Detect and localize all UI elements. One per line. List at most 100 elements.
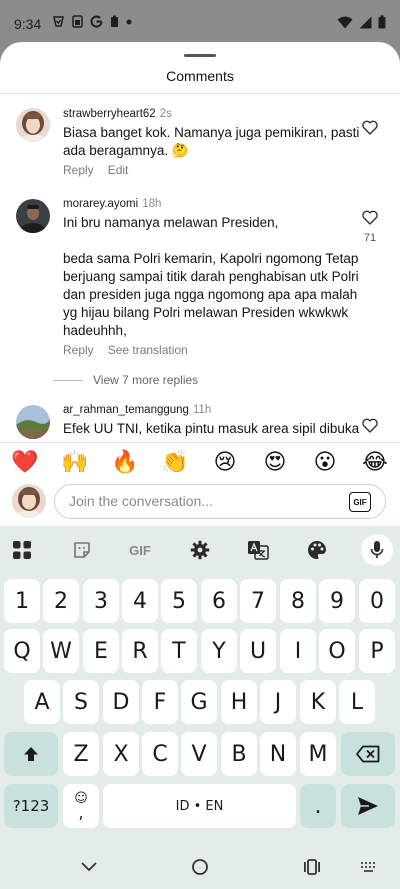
key-p[interactable]: P: [359, 629, 395, 673]
key-0[interactable]: 0: [359, 579, 395, 623]
key-h[interactable]: H: [221, 680, 257, 724]
see-translation-button[interactable]: See translation: [108, 343, 188, 357]
key-x[interactable]: X: [103, 732, 139, 776]
key-q[interactable]: Q: [4, 629, 40, 673]
key-2[interactable]: 2: [43, 579, 79, 623]
vpn-icon: [53, 16, 64, 27]
drag-handle[interactable]: [184, 54, 216, 57]
key-v[interactable]: V: [181, 732, 217, 776]
key-c[interactable]: C: [142, 732, 178, 776]
key-6[interactable]: 6: [201, 579, 237, 623]
replies-line: [53, 379, 83, 381]
symbols-key[interactable]: ?123: [4, 784, 58, 828]
key-3[interactable]: 3: [83, 579, 119, 623]
key-d[interactable]: D: [103, 680, 139, 724]
heart-icon: [362, 210, 378, 225]
avatar[interactable]: [16, 199, 50, 233]
avatar[interactable]: [16, 108, 50, 142]
emoji-heart[interactable]: ❤️: [7, 449, 43, 475]
comment-text: Efek UU TNI, ketika pintu masuk area sip…: [63, 421, 360, 436]
shift-key[interactable]: [4, 732, 58, 776]
sticker-icon[interactable]: [66, 534, 98, 566]
edit-button[interactable]: Edit: [108, 163, 129, 177]
quick-emoji-bar: ❤️ 🙌 🔥 👏 😢 😍 😮 😂: [0, 449, 400, 475]
apps-grid-icon[interactable]: [6, 534, 38, 566]
key-l[interactable]: L: [339, 680, 375, 724]
gif-button[interactable]: GIF: [349, 492, 371, 512]
view-more-replies-button[interactable]: View 7 more replies: [53, 373, 198, 387]
key-m[interactable]: M: [300, 732, 336, 776]
backspace-icon: [356, 745, 380, 763]
key-o[interactable]: O: [319, 629, 355, 673]
comment-input[interactable]: [69, 493, 339, 509]
like-button[interactable]: [360, 120, 380, 140]
period-key[interactable]: .: [300, 784, 336, 828]
like-button[interactable]: 71: [360, 210, 380, 244]
key-t[interactable]: T: [161, 629, 197, 673]
key-w[interactable]: W: [43, 629, 79, 673]
emoji-fire[interactable]: 🔥: [107, 449, 143, 475]
emoji-raising-hands[interactable]: 🙌: [57, 449, 93, 475]
emoji-comma-key[interactable]: ☺ ,: [63, 784, 99, 828]
my-avatar: [12, 484, 46, 518]
key-n[interactable]: N: [260, 732, 296, 776]
microphone-icon[interactable]: [361, 534, 393, 566]
avatar[interactable]: [16, 405, 50, 439]
key-7[interactable]: 7: [240, 579, 276, 623]
comment-username[interactable]: ar_rahman_temanggung: [63, 404, 189, 416]
key-4[interactable]: 4: [122, 579, 158, 623]
key-z[interactable]: Z: [63, 732, 99, 776]
divider: [0, 93, 400, 94]
reply-button[interactable]: Reply: [63, 163, 94, 177]
reply-button[interactable]: Reply: [63, 343, 94, 357]
key-b[interactable]: B: [221, 732, 257, 776]
send-key[interactable]: [341, 784, 395, 828]
settings-gear-icon[interactable]: [184, 534, 216, 566]
key-r[interactable]: R: [122, 629, 158, 673]
key-5[interactable]: 5: [161, 579, 197, 623]
backspace-key[interactable]: [341, 732, 395, 776]
wifi-icon: [337, 16, 353, 28]
dot-icon: [126, 19, 132, 24]
home-circle-icon[interactable]: [187, 855, 213, 879]
emoji-laughing[interactable]: 😂: [357, 449, 393, 475]
comment-username[interactable]: strawberryheart62: [63, 108, 156, 120]
emoji-crying[interactable]: 😢: [207, 449, 243, 475]
key-y[interactable]: Y: [201, 629, 237, 673]
key-j[interactable]: J: [260, 680, 296, 724]
gif-icon[interactable]: GIF: [124, 534, 156, 566]
emoji-heart-eyes[interactable]: 😍: [257, 449, 293, 475]
back-chevron-icon[interactable]: [76, 855, 102, 879]
comment-time: 18h: [142, 198, 162, 210]
key-s[interactable]: S: [63, 680, 99, 724]
status-bar: 9:34: [0, 0, 400, 44]
comment-username[interactable]: morarey.ayomi: [63, 198, 138, 210]
translate-icon[interactable]: [242, 534, 274, 566]
key-u[interactable]: U: [240, 629, 276, 673]
key-f[interactable]: F: [142, 680, 178, 724]
emoji-surprised[interactable]: 😮: [307, 449, 343, 475]
key-8[interactable]: 8: [280, 579, 316, 623]
keyboard: GIF 1 2 3 4 5 6 7 8 9 0 Q W E R T Y U I …: [0, 526, 400, 889]
key-i[interactable]: I: [280, 629, 316, 673]
key-a[interactable]: A: [24, 680, 60, 724]
shift-icon: [24, 747, 38, 761]
send-arrow-icon: [358, 797, 378, 815]
comments-sheet: Comments strawberryheart62 2s Biasa bange…: [0, 42, 400, 442]
key-k[interactable]: K: [300, 680, 336, 724]
like-button[interactable]: [360, 418, 380, 438]
space-key[interactable]: ID • EN: [103, 784, 296, 828]
emoji-clap[interactable]: 👏: [157, 449, 193, 475]
comment-body: strawberryheart62 2s Biasa banget kok. Na…: [63, 106, 363, 177]
palette-icon[interactable]: [301, 534, 333, 566]
keyboard-toolbar: GIF: [0, 534, 400, 566]
key-9[interactable]: 9: [319, 579, 355, 623]
status-time: 9:34: [14, 16, 42, 32]
key-g[interactable]: G: [181, 680, 217, 724]
recents-icon[interactable]: [299, 855, 325, 879]
key-1[interactable]: 1: [4, 579, 40, 623]
heart-icon: [362, 120, 378, 135]
comment-time: 2s: [159, 108, 172, 120]
key-e[interactable]: E: [83, 629, 119, 673]
keyboard-switch-icon[interactable]: [356, 855, 382, 879]
